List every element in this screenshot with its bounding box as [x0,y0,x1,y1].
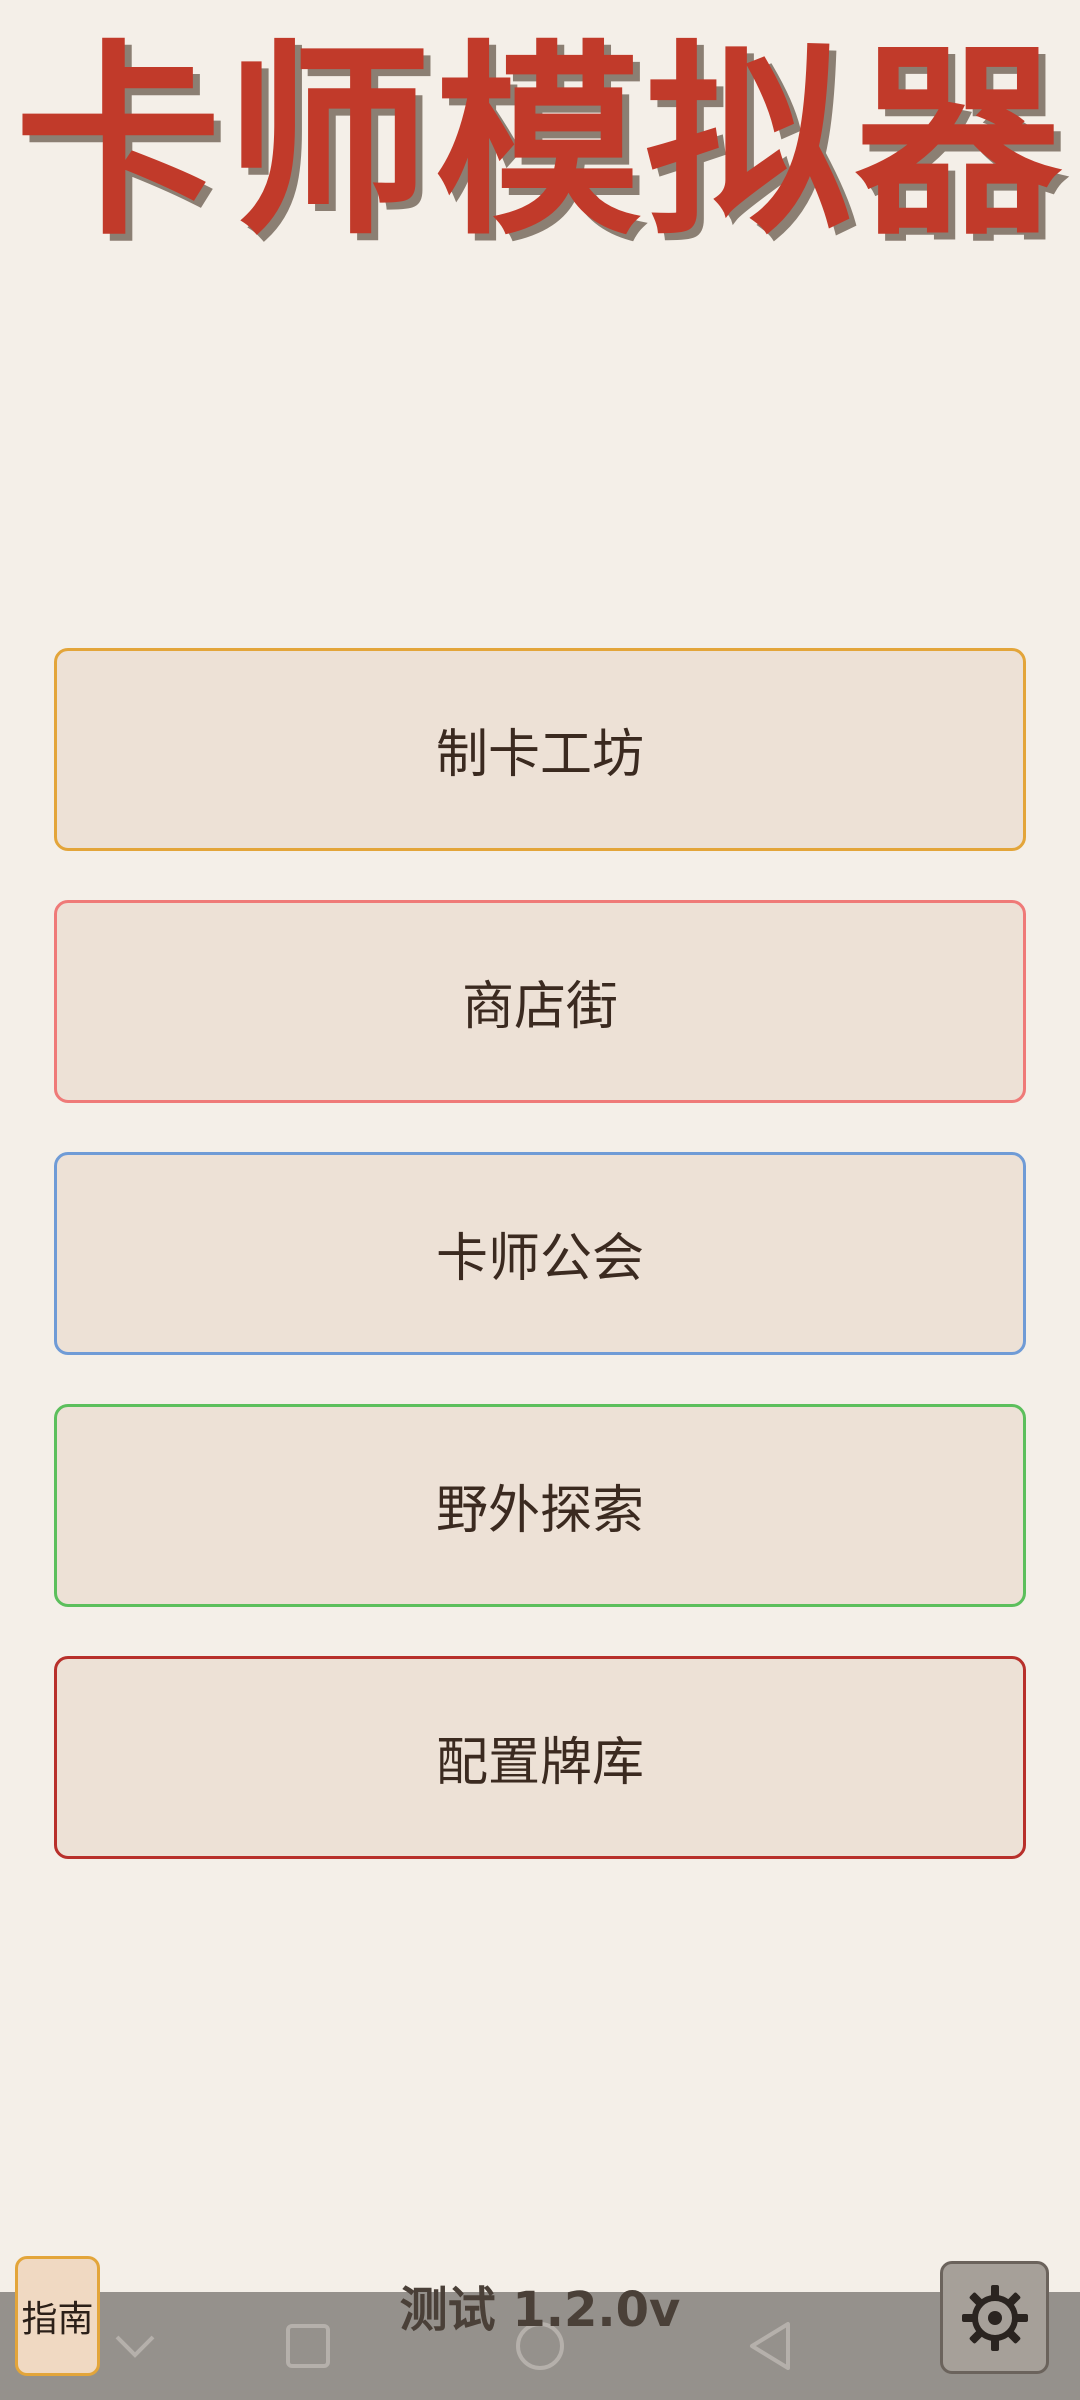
guild-button-label: 卡师公会 [435,1229,644,1289]
guide-button[interactable]: 指南 [15,2256,100,2376]
nav-back-button[interactable] [730,2292,810,2400]
deck-config-button-label: 配置牌库 [435,1733,644,1793]
version-label: 测试 1.2.0v [399,2282,681,2338]
workshop-button[interactable]: 制卡工坊 [54,648,1026,851]
guide-button-label: 指南 [21,2299,94,2340]
triangle-back-icon [750,2322,790,2370]
explore-button-label: 野外探索 [435,1481,644,1541]
deck-config-button[interactable]: 配置牌库 [54,1656,1026,1859]
gear-icon [961,2284,1028,2351]
explore-button[interactable]: 野外探索 [54,1404,1026,1607]
guild-button[interactable]: 卡师公会 [54,1152,1026,1355]
shop-street-button-label: 商店街 [461,977,618,1037]
square-icon [286,2324,330,2368]
main-menu: 制卡工坊 商店街 卡师公会 野外探索 配置牌库 [54,648,1026,1908]
nav-chevron-down[interactable] [95,2292,175,2400]
app-title: 卡师模拟器 [14,23,1065,263]
workshop-button-label: 制卡工坊 [435,725,644,785]
nav-recents-button[interactable] [268,2292,348,2400]
chevron-down-icon [115,2335,155,2358]
settings-button[interactable] [940,2261,1049,2374]
shop-street-button[interactable]: 商店街 [54,900,1026,1103]
